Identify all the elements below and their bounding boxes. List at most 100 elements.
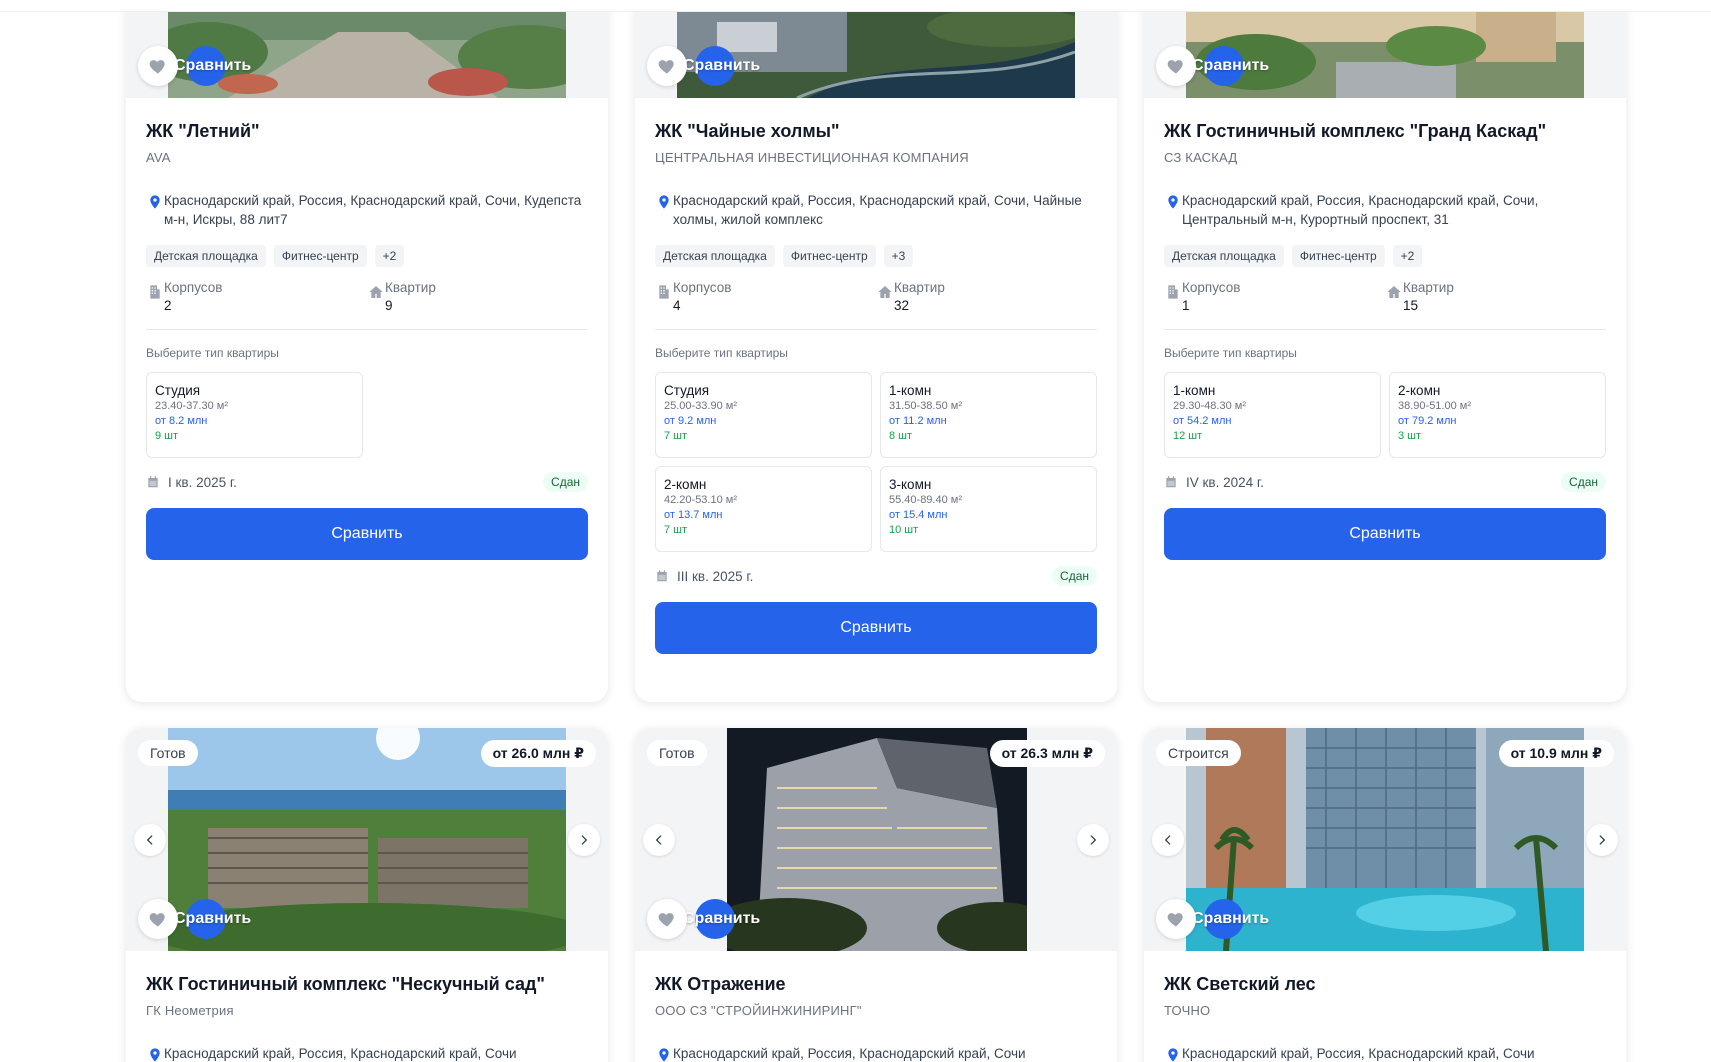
apartments-stat: Квартир 32 — [876, 279, 1097, 315]
compare-chip[interactable]: Сравнить — [1192, 899, 1269, 939]
feature-tag: Фитнес-центр — [273, 245, 367, 267]
compare-chip[interactable]: Сравнить — [683, 899, 760, 939]
card-gallery[interactable]: Строится от 10.9 млн ₽ Сравнить — [1144, 728, 1626, 951]
price-badge: от 26.0 млн ₽ — [480, 740, 596, 767]
gallery-next-button[interactable] — [1077, 823, 1109, 856]
feature-tag: Детская площадка — [1164, 245, 1284, 267]
complex-card[interactable]: Сравнить ЖК Гостиничный комплекс "Гранд … — [1144, 0, 1626, 702]
apartment-type-card[interactable]: 1-комн 29.30-48.30 м² от 54.2 млн 12 шт — [1164, 372, 1381, 458]
deadline-text: IV кв. 2024 г. — [1186, 474, 1264, 490]
developer-name: ООО СЗ "СТРОЙИНЖИНИРИНГ" — [655, 1003, 862, 1018]
apartment-type-card[interactable]: 3-комн 55.40-89.40 м² от 15.4 млн 10 шт — [880, 466, 1097, 552]
buildings-stat: Корпусов 2 — [146, 279, 367, 315]
gallery-prev-button[interactable] — [1152, 823, 1184, 856]
type-price: от 15.4 млн — [889, 509, 948, 521]
location-pin-icon — [146, 194, 164, 210]
complex-title[interactable]: ЖК Гостиничный комплекс "Нескучный сад" — [146, 973, 588, 995]
calendar-icon — [1164, 475, 1178, 489]
compare-chip-label: Сравнить — [1192, 57, 1270, 74]
feature-tag: Фитнес-центр — [1291, 245, 1385, 267]
type-name: Студия — [664, 383, 710, 398]
heart-icon — [148, 909, 168, 929]
heart-icon — [1166, 56, 1186, 76]
type-name: 1-комн — [1173, 383, 1216, 398]
complex-title[interactable]: ЖК "Чайные холмы" — [655, 120, 1097, 142]
card-gallery[interactable]: Сравнить — [126, 12, 608, 98]
complex-title[interactable]: ЖК Светский лес — [1164, 973, 1606, 995]
card-gallery[interactable]: Готов от 26.0 млн ₽ Сравнить — [126, 728, 608, 951]
gallery-prev-button[interactable] — [643, 823, 675, 856]
features-list: Детская площадка Фитнес-центр +2 — [146, 245, 588, 267]
home-icon — [1385, 284, 1403, 300]
address-text: Краснодарский край, Россия, Краснодарски… — [164, 193, 582, 227]
apartment-types: Студия 23.40-37.30 м² от 8.2 млн 9 шт — [146, 372, 588, 458]
apartment-type-card[interactable]: Студия 25.00-33.90 м² от 9.2 млн 7 шт — [655, 372, 872, 458]
complex-card[interactable]: Сравнить ЖК "Летний" AVA Краснодарский к… — [126, 0, 608, 702]
type-area: 42.20-53.10 м² — [664, 494, 737, 506]
feature-tag: Детская площадка — [146, 245, 266, 267]
feature-tag-more[interactable]: +2 — [1392, 245, 1423, 267]
features-list: Детская площадка Фитнес-центр +2 — [1164, 245, 1606, 267]
calendar-icon — [655, 569, 669, 583]
compare-chip[interactable]: Сравнить — [174, 46, 251, 86]
type-count: 12 шт — [1173, 430, 1203, 442]
card-gallery[interactable]: Готов от 26.3 млн ₽ Сравнить — [635, 728, 1117, 951]
type-count: 3 шт — [1398, 430, 1422, 442]
compare-chip[interactable]: Сравнить — [174, 899, 251, 939]
favorite-button[interactable] — [138, 46, 178, 86]
compare-chip[interactable]: Сравнить — [683, 46, 760, 86]
apartments-label: Квартир — [1403, 280, 1454, 295]
card-gallery[interactable]: Сравнить — [1144, 12, 1626, 98]
complex-card[interactable]: Сравнить ЖК "Чайные холмы" ЦЕНТРАЛЬНАЯ И… — [635, 0, 1117, 702]
card-gallery[interactable]: Сравнить — [635, 12, 1117, 98]
choose-type-label: Выберите тип квартиры — [655, 346, 788, 360]
developer-name: ТОЧНО — [1164, 1003, 1211, 1018]
type-price: от 9.2 млн — [664, 415, 717, 427]
building-icon — [146, 284, 164, 300]
favorite-button[interactable] — [138, 899, 178, 939]
favorite-button[interactable] — [1156, 46, 1196, 86]
complex-address: Краснодарский край, Россия, Краснодарски… — [1164, 1044, 1606, 1062]
complex-title[interactable]: ЖК Гостиничный комплекс "Гранд Каскад" — [1164, 120, 1606, 142]
apartments-label: Квартир — [385, 280, 436, 295]
favorite-button[interactable] — [647, 46, 687, 86]
complex-address: Краснодарский край, Россия, Краснодарски… — [146, 191, 588, 229]
gallery-prev-button[interactable] — [134, 823, 166, 856]
heart-icon — [1166, 909, 1186, 929]
complex-card[interactable]: Строится от 10.9 млн ₽ Сравнить ЖК Светс… — [1144, 728, 1626, 1062]
deadline-row: III кв. 2025 г. Сдан — [655, 566, 1097, 586]
ready-status-badge: Готов — [647, 740, 707, 766]
favorite-button[interactable] — [1156, 899, 1196, 939]
type-price: от 54.2 млн — [1173, 415, 1232, 427]
compare-chip[interactable]: Сравнить — [1192, 46, 1269, 86]
location-pin-icon — [1164, 194, 1182, 210]
complex-card[interactable]: Готов от 26.3 млн ₽ Сравнить ЖК Отражени… — [635, 728, 1117, 1062]
feature-tag: Детская площадка — [655, 245, 775, 267]
compare-button[interactable]: Сравнить — [655, 602, 1097, 654]
apartments-stat: Квартир 9 — [367, 279, 588, 315]
apartments-label: Квартир — [894, 280, 945, 295]
address-text: Краснодарский край, Россия, Краснодарски… — [164, 1046, 517, 1061]
compare-chip-label: Сравнить — [174, 57, 252, 74]
gallery-next-button[interactable] — [568, 823, 600, 856]
apartment-type-card[interactable]: Студия 23.40-37.30 м² от 8.2 млн 9 шт — [146, 372, 363, 458]
apartment-type-card[interactable]: 2-комн 42.20-53.10 м² от 13.7 млн 7 шт — [655, 466, 872, 552]
type-count: 7 шт — [664, 430, 688, 442]
complex-card[interactable]: Готов от 26.0 млн ₽ Сравнить ЖК Гостинич… — [126, 728, 608, 1062]
complex-title[interactable]: ЖК "Летний" — [146, 120, 588, 142]
compare-button[interactable]: Сравнить — [146, 508, 588, 560]
address-text: Краснодарский край, Россия, Краснодарски… — [673, 193, 1082, 227]
complex-title[interactable]: ЖК Отражение — [655, 973, 1097, 995]
type-area: 23.40-37.30 м² — [155, 400, 228, 412]
gallery-next-button[interactable] — [1586, 823, 1618, 856]
feature-tag-more[interactable]: +3 — [883, 245, 914, 267]
type-price: от 11.2 млн — [889, 415, 947, 427]
compare-button[interactable]: Сравнить — [1164, 508, 1606, 560]
apartment-type-card[interactable]: 2-комн 38.90-51.00 м² от 79.2 млн 3 шт — [1389, 372, 1606, 458]
feature-tag-more[interactable]: +2 — [374, 245, 405, 267]
developer-name: СЗ КАСКАД — [1164, 150, 1238, 165]
type-count: 8 шт — [889, 430, 913, 442]
favorite-button[interactable] — [647, 899, 687, 939]
apartment-type-card[interactable]: 1-комн 31.50-38.50 м² от 11.2 млн 8 шт — [880, 372, 1097, 458]
building-icon — [655, 284, 673, 300]
